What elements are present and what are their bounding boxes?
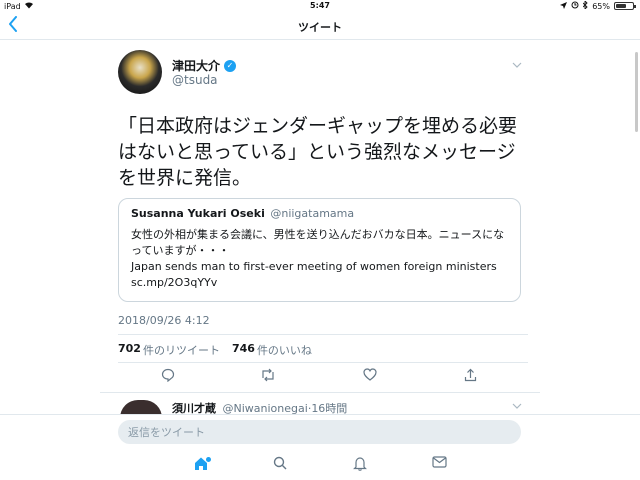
avatar[interactable] [118, 50, 162, 94]
like-count[interactable]: 746 [232, 342, 255, 358]
quoted-author-handle: @niigatamama [270, 207, 355, 220]
scrollbar[interactable] [635, 52, 638, 132]
author-handle[interactable]: @tsuda [172, 73, 218, 87]
tweet-actions [150, 368, 490, 386]
status-bar: iPad 5:47 65% [0, 0, 640, 13]
new-tweets-dot [206, 457, 211, 462]
tab-notifications[interactable] [350, 456, 370, 474]
status-right: 65% [560, 0, 636, 11]
tab-home[interactable] [191, 456, 211, 474]
battery-icon [614, 2, 636, 10]
tab-messages[interactable] [429, 456, 449, 474]
quoted-link[interactable]: sc.mp/2O3qYYv [131, 275, 508, 291]
location-icon [560, 1, 568, 11]
divider [118, 334, 528, 335]
tab-search[interactable] [270, 456, 290, 474]
quoted-text-line-1: 女性の外相が集まる会議に、男性を送り込んだおバカな日本。ニュースになっていますが… [131, 228, 505, 257]
author-name[interactable]: 津田大介 ✓ [172, 57, 237, 74]
bluetooth-icon [582, 0, 588, 11]
notifications-icon [353, 457, 367, 471]
quoted-tweet[interactable]: Susanna Yukari Oseki @niigatamama 女性の外相が… [118, 198, 521, 302]
reply-icon [161, 368, 175, 383]
quoted-author-name: Susanna Yukari Oseki [131, 207, 265, 220]
quoted-text-line-2: Japan sends man to first-ever meeting of… [131, 260, 497, 273]
divider [100, 392, 540, 393]
quoted-tweet-text: 女性の外相が集まる会議に、男性を送り込んだおバカな日本。ニュースになっていますが… [131, 227, 508, 291]
quoted-tweet-header: Susanna Yukari Oseki @niigatamama [131, 207, 508, 220]
like-count-label[interactable]: 件のいいね [257, 342, 312, 358]
verified-badge-icon: ✓ [224, 59, 237, 72]
page-title: ツイート [298, 21, 342, 34]
alarm-icon [571, 1, 579, 11]
reply-button[interactable] [158, 368, 178, 386]
share-icon [464, 368, 476, 382]
retweet-button[interactable] [258, 368, 278, 386]
tweet-timestamp: 2018/09/26 4:12 [118, 314, 210, 327]
like-button[interactable] [360, 368, 380, 386]
tab-bar [0, 450, 640, 480]
tweet-menu-caret-icon[interactable] [512, 60, 522, 71]
tweet-text: 「日本政府はジェンダーギャップを埋める必要はないと思っている」という強烈なメッセ… [118, 115, 518, 189]
share-button[interactable] [460, 368, 480, 386]
reply-menu-caret-icon[interactable] [512, 401, 522, 412]
divider [118, 362, 528, 363]
nav-bar: ツイート [0, 13, 640, 40]
retweet-icon [262, 368, 274, 382]
messages-icon [431, 456, 447, 468]
retweet-count[interactable]: 702 [118, 342, 141, 358]
battery-fill [616, 4, 627, 8]
engagement-stats: 702 件のリツイート 746 件のいいね [118, 342, 312, 358]
retweet-count-label[interactable]: 件のリツイート [143, 342, 220, 358]
search-icon [273, 456, 287, 470]
like-icon [363, 368, 377, 381]
author-name-text: 津田大介 [172, 59, 221, 73]
reply-input[interactable] [118, 420, 521, 444]
clock: 5:47 [310, 1, 330, 10]
battery-percent: 65% [592, 1, 610, 11]
